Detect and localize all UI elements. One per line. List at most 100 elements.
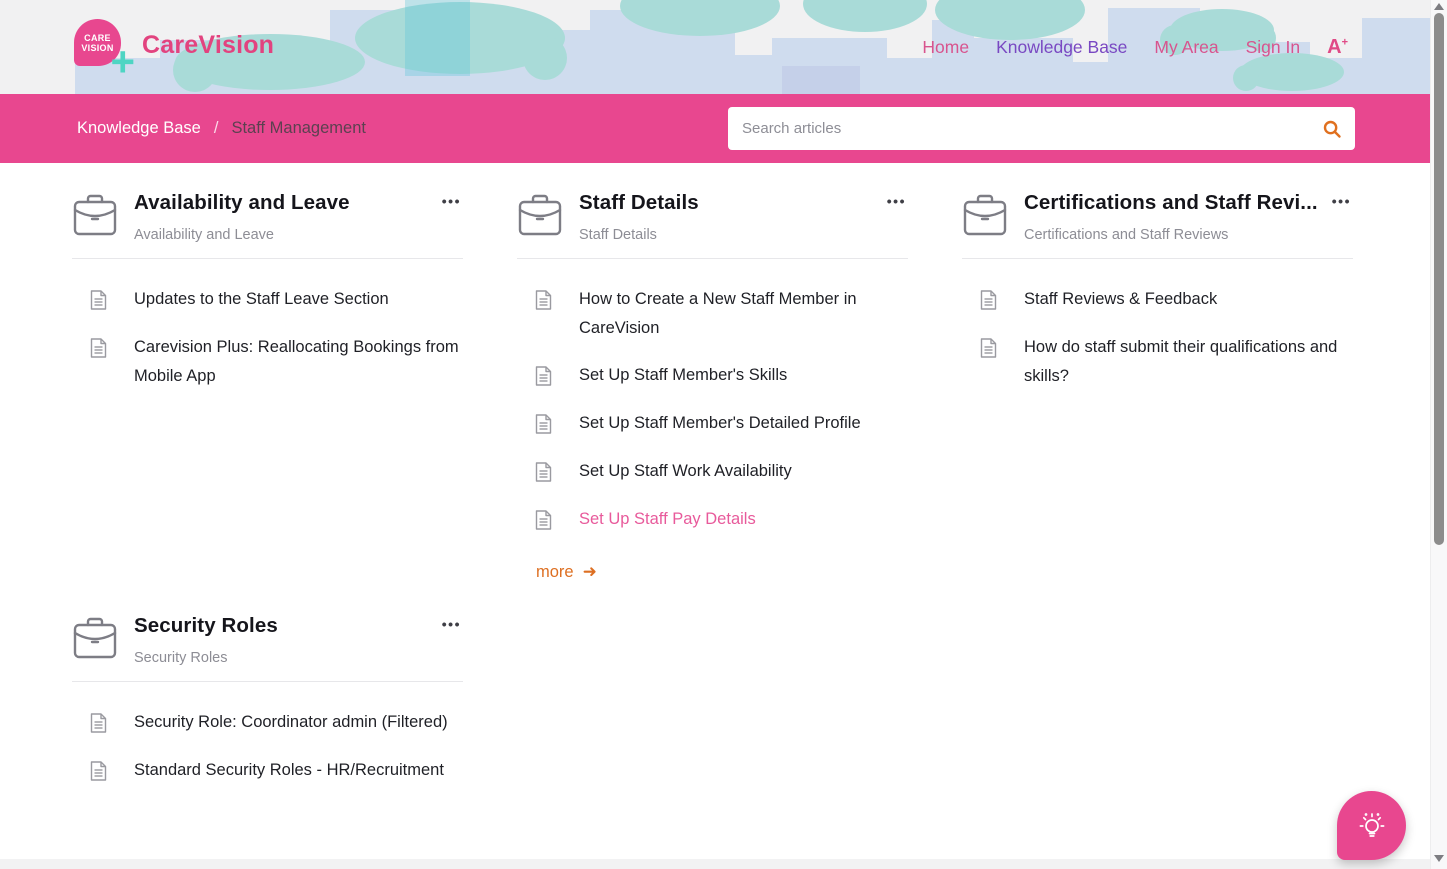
breadcrumb-root-link[interactable]: Knowledge Base	[77, 119, 201, 138]
more-label: more	[536, 563, 574, 582]
category-card: Security Roles Security Roles ••• Securi…	[72, 614, 463, 786]
font-size-plus: +	[1342, 36, 1348, 48]
card-title[interactable]: Certifications and Staff Revi...	[1024, 191, 1332, 215]
main-nav: Home Knowledge Base My Area Sign In A+	[922, 0, 1348, 94]
article-row: Set Up Staff Member's Detailed Profile	[517, 409, 908, 439]
nav-item-my-area[interactable]: My Area	[1154, 37, 1218, 58]
article-list: Staff Reviews & Feedback How do staff su…	[962, 285, 1353, 391]
ellipsis-menu-button[interactable]: •••	[887, 191, 908, 209]
card-divider	[72, 681, 463, 682]
card-title[interactable]: Security Roles	[134, 614, 442, 638]
card-subtitle: Availability and Leave	[134, 227, 442, 243]
article-link[interactable]: Standard Security Roles - HR/Recruitment	[134, 756, 444, 785]
document-icon	[90, 338, 107, 363]
card-header: Certifications and Staff Revi... Certifi…	[962, 191, 1353, 243]
article-link[interactable]: Set Up Staff Member's Skills	[579, 361, 787, 390]
document-icon	[980, 338, 997, 363]
document-icon	[535, 366, 552, 391]
article-row: Set Up Staff Work Availability	[517, 457, 908, 487]
article-link[interactable]: Set Up Staff Work Availability	[579, 457, 792, 486]
card-divider	[962, 258, 1353, 259]
article-row: Set Up Staff Pay Details	[517, 505, 908, 535]
document-icon	[535, 510, 552, 535]
help-fab-button[interactable]	[1337, 791, 1406, 860]
document-icon	[980, 290, 997, 315]
brand-wordmark: CareVision	[142, 31, 274, 60]
article-row: Security Role: Coordinator admin (Filter…	[72, 708, 463, 738]
document-icon	[90, 713, 107, 738]
search-box	[728, 107, 1355, 150]
card-header-text: Security Roles Security Roles	[134, 614, 442, 666]
footer-edge	[0, 859, 1430, 869]
plus-icon: +	[110, 41, 135, 83]
article-list: How to Create a New Staff Member in Care…	[517, 285, 908, 535]
briefcase-icon	[72, 191, 118, 242]
article-link[interactable]: Carevision Plus: Reallocating Bookings f…	[134, 333, 463, 391]
article-link[interactable]: Security Role: Coordinator admin (Filter…	[134, 708, 448, 737]
top-header: CARE VISION + CareVision Home Knowledge B…	[0, 0, 1447, 94]
cards-grid: Availability and Leave Availability and …	[0, 163, 1447, 786]
category-card: Availability and Leave Availability and …	[72, 191, 463, 391]
article-list: Updates to the Staff Leave Section Carev…	[72, 285, 463, 391]
document-icon	[535, 414, 552, 439]
article-link[interactable]: Set Up Staff Member's Detailed Profile	[579, 409, 861, 438]
briefcase-icon	[517, 191, 563, 242]
nav-item-home[interactable]: Home	[922, 37, 969, 58]
card-header: Security Roles Security Roles •••	[72, 614, 463, 666]
article-link[interactable]: How do staff submit their qualifications…	[1024, 333, 1353, 391]
vertical-scrollbar[interactable]	[1430, 0, 1447, 869]
article-row: Standard Security Roles - HR/Recruitment	[72, 756, 463, 786]
ellipsis-menu-button[interactable]: •••	[1332, 191, 1353, 209]
article-row: Set Up Staff Member's Skills	[517, 361, 908, 391]
search-button[interactable]	[1309, 107, 1355, 150]
card-title[interactable]: Staff Details	[579, 191, 887, 215]
logo-text-line2: VISION	[81, 43, 113, 53]
article-row: How do staff submit their qualifications…	[962, 333, 1353, 391]
card-header-text: Certifications and Staff Revi... Certifi…	[1024, 191, 1332, 243]
breadcrumb-current: Staff Management	[231, 119, 366, 138]
carevision-logo-mark-icon: CARE VISION +	[74, 19, 126, 71]
scroll-up-icon[interactable]	[1434, 3, 1444, 10]
article-link[interactable]: Updates to the Staff Leave Section	[134, 285, 389, 314]
article-row: How to Create a New Staff Member in Care…	[517, 285, 908, 343]
card-title[interactable]: Availability and Leave	[134, 191, 442, 215]
main-content: Availability and Leave Availability and …	[0, 163, 1447, 869]
scrollbar-thumb[interactable]	[1434, 13, 1444, 545]
card-header: Staff Details Staff Details •••	[517, 191, 908, 243]
card-divider	[72, 258, 463, 259]
more-link[interactable]: more ➜	[536, 562, 597, 582]
search-icon	[1322, 119, 1342, 139]
article-list: Security Role: Coordinator admin (Filter…	[72, 708, 463, 786]
briefcase-icon	[72, 614, 118, 665]
nav-item-knowledge-base[interactable]: Knowledge Base	[996, 37, 1127, 58]
card-subtitle: Staff Details	[579, 227, 887, 243]
briefcase-icon	[962, 191, 1008, 242]
carevision-logo[interactable]: CARE VISION + CareVision	[74, 19, 274, 71]
card-header-text: Staff Details Staff Details	[579, 191, 887, 243]
breadcrumb: Knowledge Base / Staff Management	[77, 94, 366, 163]
nav-item-sign-in[interactable]: Sign In	[1246, 37, 1300, 58]
ellipsis-menu-button[interactable]: •••	[442, 614, 463, 632]
breadcrumb-separator: /	[214, 119, 219, 138]
document-icon	[90, 761, 107, 786]
document-icon	[535, 290, 552, 315]
article-link[interactable]: Staff Reviews & Feedback	[1024, 285, 1217, 314]
logo-text-line1: CARE	[84, 33, 111, 43]
card-header: Availability and Leave Availability and …	[72, 191, 463, 243]
article-link[interactable]: How to Create a New Staff Member in Care…	[579, 285, 908, 343]
breadcrumb-bar: Knowledge Base / Staff Management	[0, 94, 1447, 163]
document-icon	[535, 462, 552, 487]
card-subtitle: Security Roles	[134, 650, 442, 666]
article-row: Updates to the Staff Leave Section	[72, 285, 463, 315]
article-link[interactable]: Set Up Staff Pay Details	[579, 505, 756, 534]
font-size-button[interactable]: A+	[1327, 36, 1348, 59]
ellipsis-menu-button[interactable]: •••	[442, 191, 463, 209]
scroll-down-icon[interactable]	[1434, 855, 1444, 862]
lightbulb-icon	[1354, 808, 1390, 844]
article-row: Carevision Plus: Reallocating Bookings f…	[72, 333, 463, 391]
document-icon	[90, 290, 107, 315]
search-input[interactable]	[728, 107, 1309, 150]
page: CARE VISION + CareVision Home Knowledge B…	[0, 0, 1447, 869]
card-divider	[517, 258, 908, 259]
article-row: Staff Reviews & Feedback	[962, 285, 1353, 315]
